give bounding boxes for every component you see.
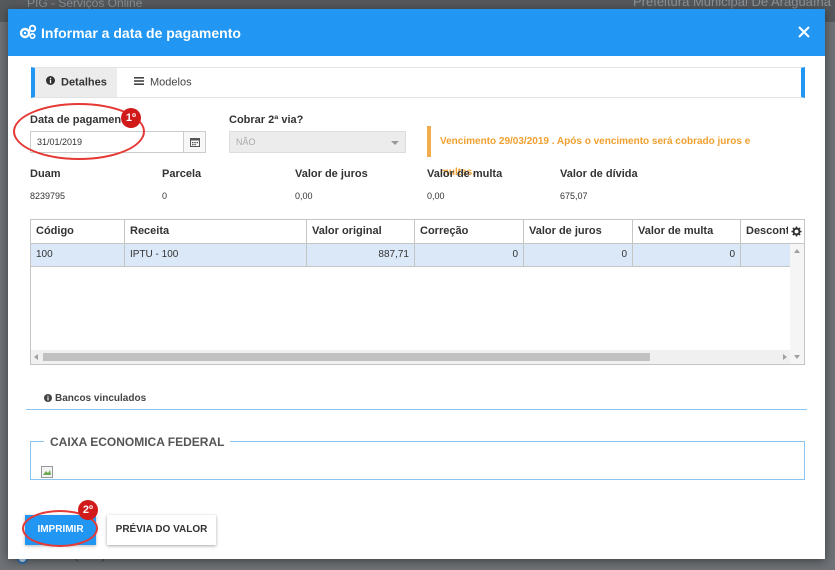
- info-icon: [44, 394, 52, 402]
- bank-legend: CAIXA ECONOMICA FEDERAL: [44, 435, 231, 449]
- cell-receita: IPTU - 100: [125, 244, 307, 266]
- cell-valor-juros: 0: [524, 244, 633, 266]
- summary-label-duam: Duam: [30, 168, 61, 180]
- bank-fieldset: CAIXA ECONOMICA FEDERAL: [30, 435, 805, 480]
- step1-badge: 1º: [121, 108, 141, 128]
- tab-modelos-label: Modelos: [150, 76, 192, 89]
- scroll-up-arrow-icon[interactable]: [794, 249, 800, 253]
- tab-bancos-vinculados[interactable]: Bancos vinculados: [26, 387, 807, 410]
- summary-label-divida: Valor de dívida: [560, 168, 638, 180]
- column-header-valor-juros[interactable]: Valor de juros: [524, 220, 633, 243]
- tab-modelos[interactable]: Modelos: [126, 68, 206, 97]
- calendar-button[interactable]: [183, 131, 206, 153]
- summary-value-multa: 0,00: [427, 191, 445, 201]
- horizontal-scrollbar[interactable]: [31, 350, 790, 364]
- background-municipality-title: Prefeitura Municipal De Araguaína: [632, 0, 831, 9]
- summary-label-juros: Valor de juros: [295, 168, 368, 180]
- cell-valor-multa: 0: [633, 244, 741, 266]
- cobrar-label: Cobrar 2ª via?: [229, 114, 304, 126]
- table-row[interactable]: 100 IPTU - 100 887,71 0 0 0: [31, 244, 790, 267]
- column-settings-button[interactable]: [788, 220, 804, 243]
- vertical-scrollbar[interactable]: [790, 244, 804, 364]
- column-header-receita[interactable]: Receita: [125, 220, 307, 243]
- gear-icon: [791, 226, 802, 237]
- chevron-down-icon: [391, 141, 399, 145]
- cell-correcao: 0: [415, 244, 524, 266]
- modal-title: Informar a data de pagamento: [41, 25, 241, 41]
- preview-value-button[interactable]: PRÉVIA DO VALOR: [107, 515, 216, 545]
- bancos-tab-label: Bancos vinculados: [55, 393, 147, 404]
- gears-icon: [19, 24, 37, 40]
- calendar-icon: [190, 138, 200, 147]
- summary-value-juros: 0,00: [295, 191, 313, 201]
- modal-tabs: Detalhes Modelos: [31, 67, 805, 98]
- info-icon: [46, 68, 55, 97]
- tab-detalhes[interactable]: Detalhes: [35, 68, 117, 97]
- column-header-codigo[interactable]: Código: [31, 220, 125, 243]
- horizontal-scroll-thumb[interactable]: [43, 353, 650, 361]
- summary-value-divida: 675,07: [560, 191, 588, 201]
- summary-value-parcela: 0: [162, 191, 168, 201]
- broken-image-icon: [41, 466, 53, 478]
- scroll-left-arrow-icon[interactable]: [34, 354, 38, 360]
- column-header-correcao[interactable]: Correção: [415, 220, 524, 243]
- close-icon[interactable]: [797, 25, 811, 39]
- grid-header: Código Receita Valor original Correção V…: [31, 220, 804, 244]
- list-icon: [134, 68, 144, 97]
- cell-codigo: 100: [31, 244, 125, 266]
- summary-label-multa: Valor de multa: [427, 168, 503, 180]
- summary-value-duam: 8239795: [30, 191, 66, 201]
- cell-valor-original: 887,71: [307, 244, 415, 266]
- summary-label-parcela: Parcela: [162, 168, 202, 180]
- debt-grid: Código Receita Valor original Correção V…: [30, 219, 805, 365]
- step2-badge: 2º: [78, 500, 98, 520]
- scroll-down-arrow-icon[interactable]: [794, 355, 800, 359]
- cobrar-select[interactable]: NÃO: [229, 131, 406, 153]
- cell-desconto: [741, 244, 790, 266]
- column-header-valor-multa[interactable]: Valor de multa: [633, 220, 741, 243]
- column-header-valor-original[interactable]: Valor original: [307, 220, 415, 243]
- payment-date-modal: Informar a data de pagamento Detalhes Mo…: [8, 9, 825, 559]
- scroll-right-arrow-icon[interactable]: [783, 354, 787, 360]
- due-date-alert: Vencimento 29/03/2019 . Após o venciment…: [427, 126, 787, 178]
- modal-header: Informar a data de pagamento: [8, 9, 825, 56]
- tab-detalhes-label: Detalhes: [61, 76, 107, 89]
